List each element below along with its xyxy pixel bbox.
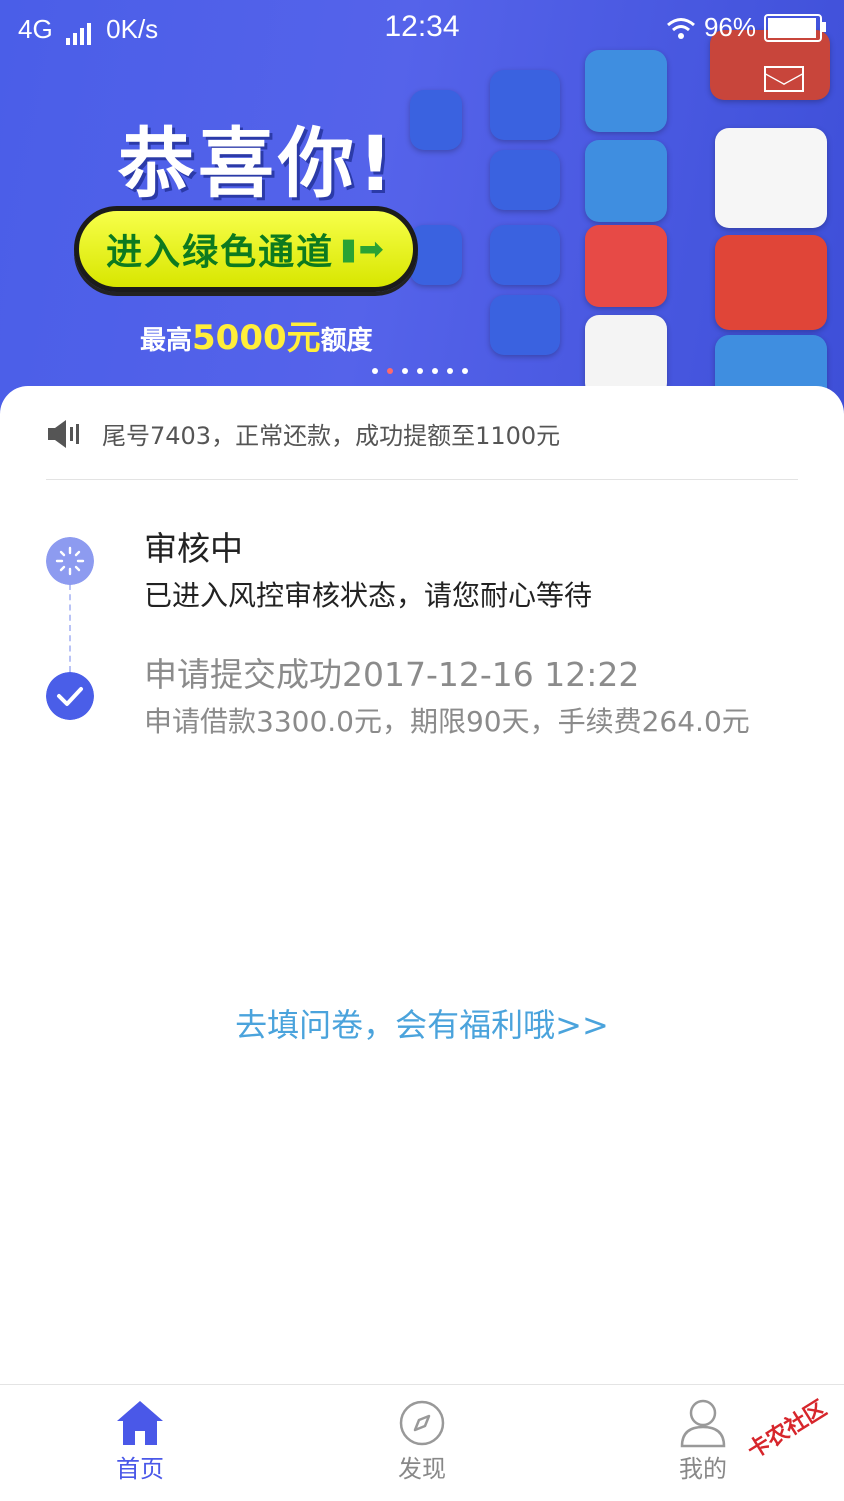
carousel-dot[interactable]	[447, 368, 453, 374]
banner-limit: 最高5000元额度	[140, 318, 373, 358]
loading-icon	[46, 537, 94, 585]
survey-link[interactable]: 去填问卷，会有福利哦>>	[0, 1000, 844, 1046]
carousel-dot[interactable]	[462, 368, 468, 374]
tab-discover-label: 发现	[398, 1455, 446, 1483]
content-card	[0, 386, 844, 1386]
status-bar: 4G 0K/s 12:34 96%	[0, 0, 844, 58]
carousel-dot[interactable]	[417, 368, 423, 374]
carousel-indicator	[372, 368, 468, 374]
home-icon	[117, 1401, 163, 1445]
carousel-dot[interactable]	[372, 368, 378, 374]
cta-label: 进入绿色通道	[106, 232, 335, 273]
tab-mine-label: 我的	[679, 1455, 727, 1483]
battery-level: 96%	[703, 12, 756, 42]
check-icon	[46, 672, 94, 720]
promo-banner[interactable]: 4G 0K/s 12:34 96% 恭喜你! 进入绿色通道 ▮➡ 最高5000元…	[0, 0, 844, 420]
message-icon[interactable]	[764, 66, 804, 92]
carousel-dot[interactable]	[402, 368, 408, 374]
green-channel-button[interactable]: 进入绿色通道 ▮➡	[74, 206, 418, 292]
submitted-description: 申请借款3300.0元，期限90天，手续费264.0元	[144, 705, 750, 738]
battery-icon	[764, 13, 826, 42]
timeline-connector	[69, 584, 71, 672]
user-icon	[680, 1399, 726, 1448]
tab-home-label: 首页	[116, 1455, 164, 1483]
arrow-right-icon: ▮➡	[340, 231, 386, 267]
status-description: 已进入风控审核状态，请您耐心等待	[144, 579, 593, 612]
notice-bar: 尾号7403，正常还款，成功提额至1100元	[46, 416, 560, 451]
app-icon-wall	[410, 30, 844, 420]
wifi-icon	[666, 17, 695, 39]
submitted-title: 申请提交成功2017-12-16 12:22	[144, 655, 640, 694]
speaker-icon	[48, 419, 79, 448]
compass-icon	[399, 1400, 445, 1446]
banner-headline: 恭喜你!	[118, 119, 397, 208]
bottom-tab-bar: 首页 发现 我的	[0, 1384, 844, 1501]
divider	[46, 479, 798, 480]
status-title: 审核中	[144, 529, 243, 568]
carousel-dot[interactable]	[387, 368, 393, 374]
notice-text: 尾号7403，正常还款，成功提额至1100元	[102, 422, 561, 450]
carousel-dot[interactable]	[432, 368, 438, 374]
